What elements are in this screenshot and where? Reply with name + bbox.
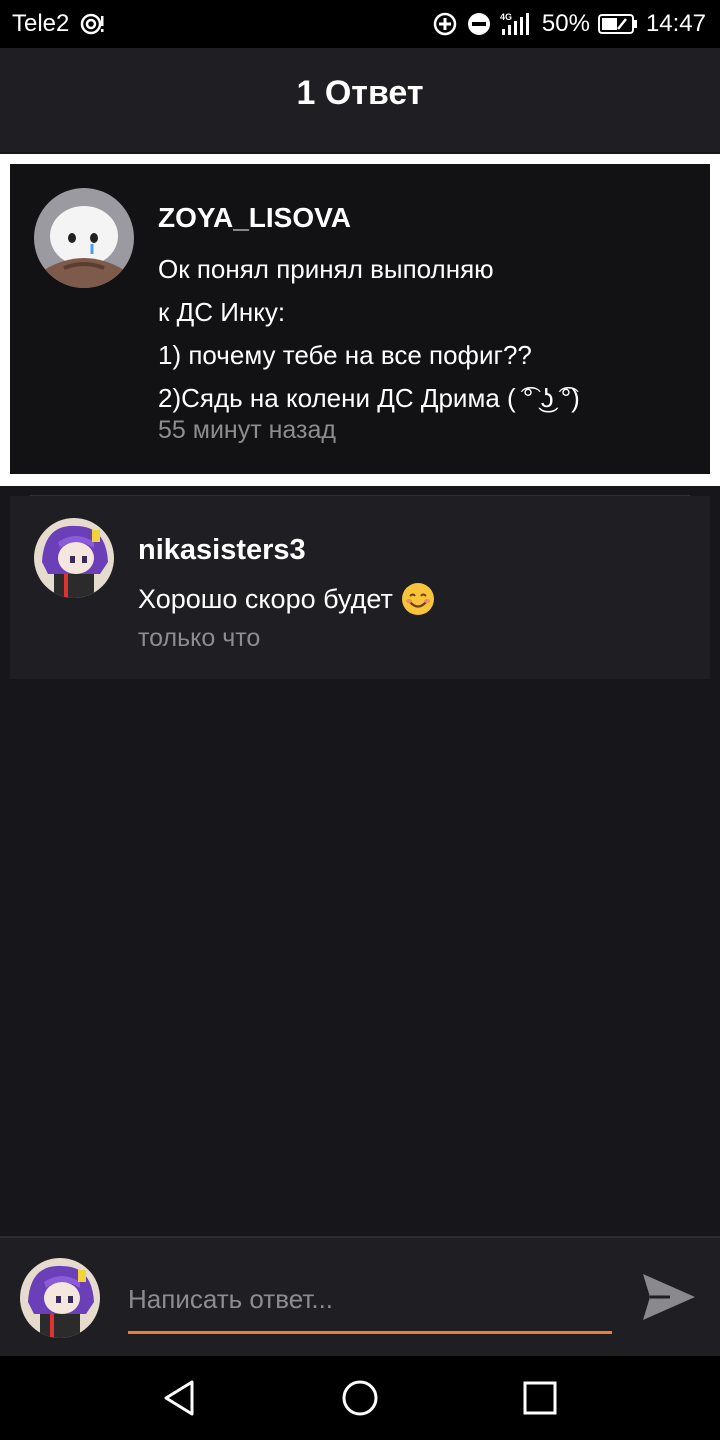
comment-text: Ок понял принял выполняю к ДС Инку: 1) п…: [158, 248, 580, 420]
data-saver-icon: [433, 12, 457, 36]
home-icon[interactable]: [338, 1376, 382, 1420]
comment-line: 2)Сядь на колени ДС Дрима ( ͡° ͜ʖ ͡°): [158, 383, 580, 413]
status-bar: Tele2 4G 50% 14:47: [0, 0, 720, 48]
avatar: [20, 1258, 100, 1338]
battery-percent: 50%: [541, 10, 590, 37]
send-icon[interactable]: [640, 1268, 698, 1326]
comment-timestamp: 55 минут назад: [158, 416, 336, 444]
signal-icon: 4G: [500, 12, 529, 35]
do-not-disturb-icon: [467, 13, 490, 35]
reply-comment[interactable]: nikasisters3 Хорошо скоро будет только ч…: [10, 496, 710, 679]
smiling-face-emoji-icon: [401, 583, 434, 615]
hotspot-icon: [80, 13, 104, 35]
avatar[interactable]: [34, 188, 134, 288]
app-header: 1 Ответ: [0, 48, 720, 152]
comment-author[interactable]: ZOYA_LISOVA: [158, 202, 351, 234]
avatar[interactable]: [34, 518, 114, 598]
parent-comment[interactable]: ZOYA_LISOVA Ок понял принял выполняю к Д…: [10, 164, 710, 474]
recents-icon[interactable]: [518, 1376, 562, 1420]
reply-message: Хорошо скоро будет: [138, 583, 393, 614]
battery-icon: [597, 14, 637, 34]
reply-author[interactable]: nikasisters3: [138, 534, 306, 567]
status-icons: 4G 50% 14:47: [432, 10, 706, 38]
comment-line: Ок понял принял выполняю: [158, 254, 494, 284]
back-icon[interactable]: [158, 1376, 202, 1420]
reply-timestamp: только что: [138, 624, 261, 652]
ghost-avatar-image: [34, 188, 134, 288]
reply-input[interactable]: [128, 1274, 612, 1334]
anime-avatar-image: [34, 518, 114, 598]
comment-line: 1) почему тебе на все пофиг??: [158, 340, 532, 370]
reply-text: Хорошо скоро будет: [138, 582, 435, 616]
reply-composer: [0, 1236, 720, 1356]
page-title: 1 Ответ: [296, 74, 424, 112]
svg-text:4G: 4G: [500, 12, 512, 22]
comment-line: к ДС Инку:: [158, 297, 286, 327]
clock: 14:47: [645, 10, 706, 37]
carrier-name: Tele2: [12, 10, 70, 37]
system-nav-bar: [0, 1356, 720, 1440]
parent-comment-frame: ZOYA_LISOVA Ок понял принял выполняю к Д…: [0, 154, 720, 486]
anime-avatar-image: [20, 1258, 100, 1338]
